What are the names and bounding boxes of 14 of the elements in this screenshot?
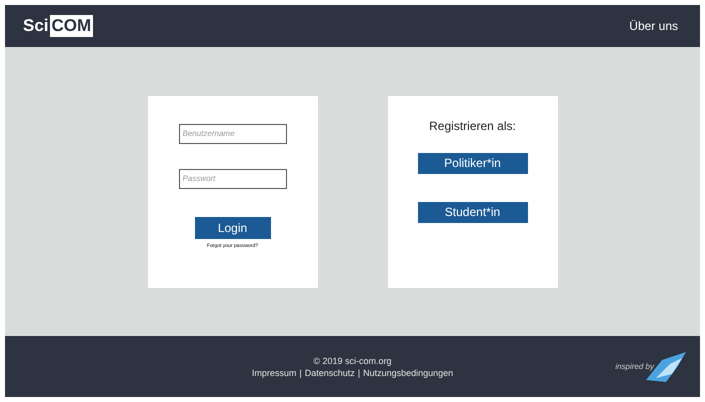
inspired-by-text: inspired by — [615, 361, 654, 373]
register-button[interactable]: Politiker*in — [418, 152, 528, 174]
separator-text: | — [299, 366, 302, 378]
footer-link[interactable]: Datenschutz — [304, 366, 355, 378]
separator-text: | — [358, 366, 360, 378]
register-button[interactable]: Student*in — [418, 202, 528, 222]
login-button[interactable]: Login — [194, 216, 270, 238]
footer-link[interactable]: Nutzungsbedingungen — [363, 366, 454, 378]
footer-link[interactable]: Impressum — [252, 366, 296, 378]
input-field[interactable]: Benutzername — [178, 124, 286, 144]
register-title: Registrieren als: — [429, 118, 516, 134]
copyright-text: © 2019 sci-com.org — [313, 354, 392, 366]
input-field[interactable]: Passwort — [178, 168, 286, 188]
nav-link[interactable]: Über uns — [629, 17, 678, 35]
